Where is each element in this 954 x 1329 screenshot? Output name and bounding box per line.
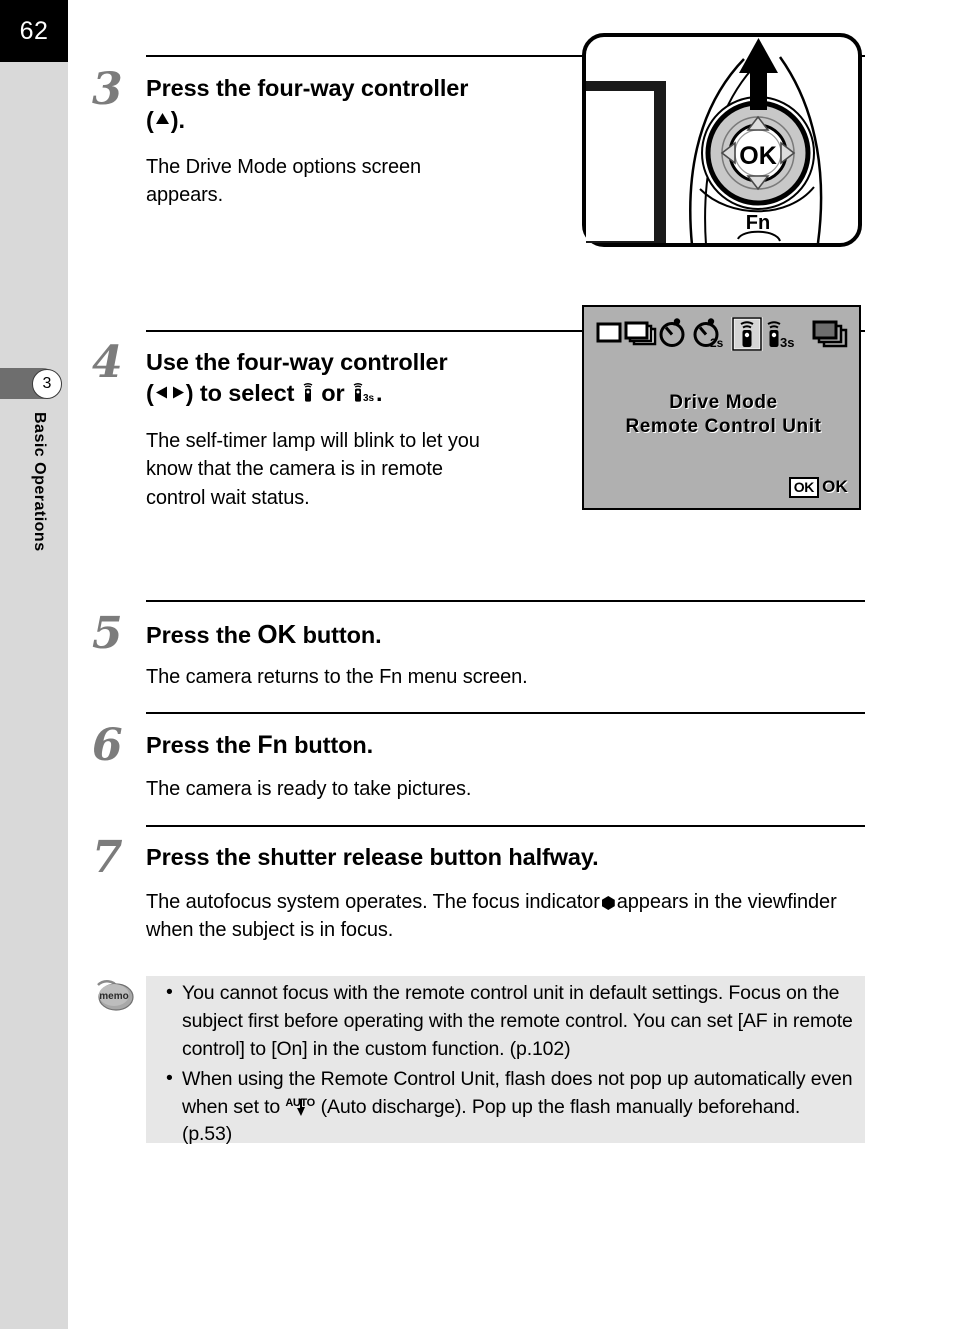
remote-control-icon-selected — [731, 316, 763, 352]
svg-text:3s: 3s — [363, 393, 374, 403]
step-5-heading: Press the OK button. — [146, 617, 746, 651]
step-3-body: The Drive Mode options screen appears. — [146, 153, 566, 210]
step-5-number: 5 — [92, 608, 123, 659]
step-3-body-line1: The Drive Mode options screen — [146, 156, 422, 178]
memo-item-2: • When using the Remote Control Unit, fl… — [164, 1066, 854, 1150]
memo-icon: memo — [94, 978, 138, 1014]
self-timer-2s-icon: 2s — [693, 318, 724, 350]
right-triangle-icon — [170, 378, 186, 409]
remote-control-3s-icon: 3s — [767, 321, 794, 350]
step-4-heading-line1: Use the four-way controller — [146, 349, 448, 375]
step-4-heading: Use the four-way controller ( ) to select… — [146, 347, 576, 411]
step-3-heading-paren-close: ). — [170, 107, 185, 134]
step-4-heading-mid: ) to select — [185, 380, 295, 407]
step-6-number: 6 — [92, 720, 123, 771]
step-4-body-line3: control wait status. — [146, 486, 310, 509]
focus-indicator-icon — [601, 896, 615, 910]
memo-bullet-1: • — [166, 981, 173, 1003]
svg-text:2s: 2s — [710, 336, 724, 350]
step-3-heading-line1: Press the four-way controller — [146, 75, 469, 101]
drive-mode-lcd-screen: 2s 3s Drive Mode Remote Control Unit OK … — [582, 305, 861, 510]
memo-bullet-2: • — [166, 1066, 173, 1089]
sidebar: 62 3 Basic Operations — [0, 0, 68, 1329]
step-6-heading-suffix: button. — [294, 732, 374, 758]
step-5-heading-prefix: Press the — [146, 622, 251, 648]
step-4-body-line1: The self-timer lamp will blink to let yo… — [146, 430, 480, 452]
step-5-rule — [146, 600, 865, 602]
step-7-body-part1: The autofocus system operates. The focus… — [146, 891, 600, 913]
step-7-body: The autofocus system operates. The focus… — [146, 888, 870, 945]
fn-button-glyph: Fn — [257, 731, 288, 759]
self-timer-12s-icon — [659, 318, 685, 347]
memo-list: • You cannot focus with the remote contr… — [164, 980, 854, 1151]
svg-text:3s: 3s — [780, 335, 794, 350]
lcd-subtitle: Remote Control Unit — [625, 416, 822, 437]
page-content: 3 Press the four-way controller (). The … — [68, 0, 954, 1329]
step-4-number: 4 — [92, 337, 123, 388]
step-6-body: The camera is ready to take pictures. — [146, 778, 472, 800]
drive-mode-icon-row: 2s 3s — [596, 316, 851, 352]
chapter-number-badge: 3 — [32, 369, 62, 399]
step-7-body-part2: appears in the — [616, 891, 743, 913]
exposure-bracketing-icon — [812, 320, 848, 348]
up-triangle-icon — [154, 104, 171, 135]
step-3-heading: Press the four-way controller (). — [146, 73, 576, 136]
camera-back-illustration: OK Fn — [582, 33, 862, 247]
single-frame-icon — [596, 322, 622, 343]
memo-item-1: • You cannot focus with the remote contr… — [164, 980, 854, 1064]
step-3-number: 3 — [92, 64, 123, 115]
left-triangle-icon — [154, 378, 170, 409]
step-4-body: The self-timer lamp will blink to let yo… — [146, 427, 566, 512]
step-4-body-line2: know that the camera is in remote — [146, 458, 443, 481]
step-7-heading: Press the shutter release button halfway… — [146, 844, 599, 870]
lcd-ok-hint: OK OK — [788, 476, 848, 498]
step-4-heading-paren-open: ( — [146, 380, 154, 407]
step-5-heading-suffix: button. — [302, 622, 382, 648]
step-4-heading-period: . — [375, 380, 383, 407]
step-6-heading: Press the Fn button. — [146, 729, 746, 762]
step-7-rule — [146, 825, 865, 827]
step-3-heading-paren-open: ( — [146, 107, 154, 134]
remote-control-icon — [301, 380, 315, 411]
step-3-body-line2: appears. — [146, 184, 224, 207]
memo-item-1-text: You cannot focus with the remote control… — [182, 982, 853, 1060]
ok-button-glyph: OK — [257, 619, 297, 649]
remote-control-3s-icon: 3s — [351, 380, 376, 411]
continuous-shooting-icon — [624, 321, 657, 346]
step-7-number: 7 — [92, 832, 123, 883]
step-6-rule — [146, 712, 865, 714]
ok-box-icon: OK — [788, 476, 820, 498]
ok-hint-label: OK — [822, 477, 848, 497]
step-5-body: The camera returns to the Fn menu screen… — [146, 666, 528, 688]
page-number: 62 — [0, 0, 68, 62]
lcd-title: Drive Mode — [669, 392, 778, 413]
step-4-heading-or: or — [321, 380, 345, 407]
auto-discharge-flash-icon: AUTO — [285, 1096, 315, 1116]
ok-button-label: OK — [739, 142, 777, 170]
step-6-heading-prefix: Press the — [146, 732, 251, 758]
svg-text:memo: memo — [99, 991, 128, 1002]
fn-button-label: Fn — [746, 212, 770, 234]
chapter-label: Basic Operations — [31, 412, 48, 552]
